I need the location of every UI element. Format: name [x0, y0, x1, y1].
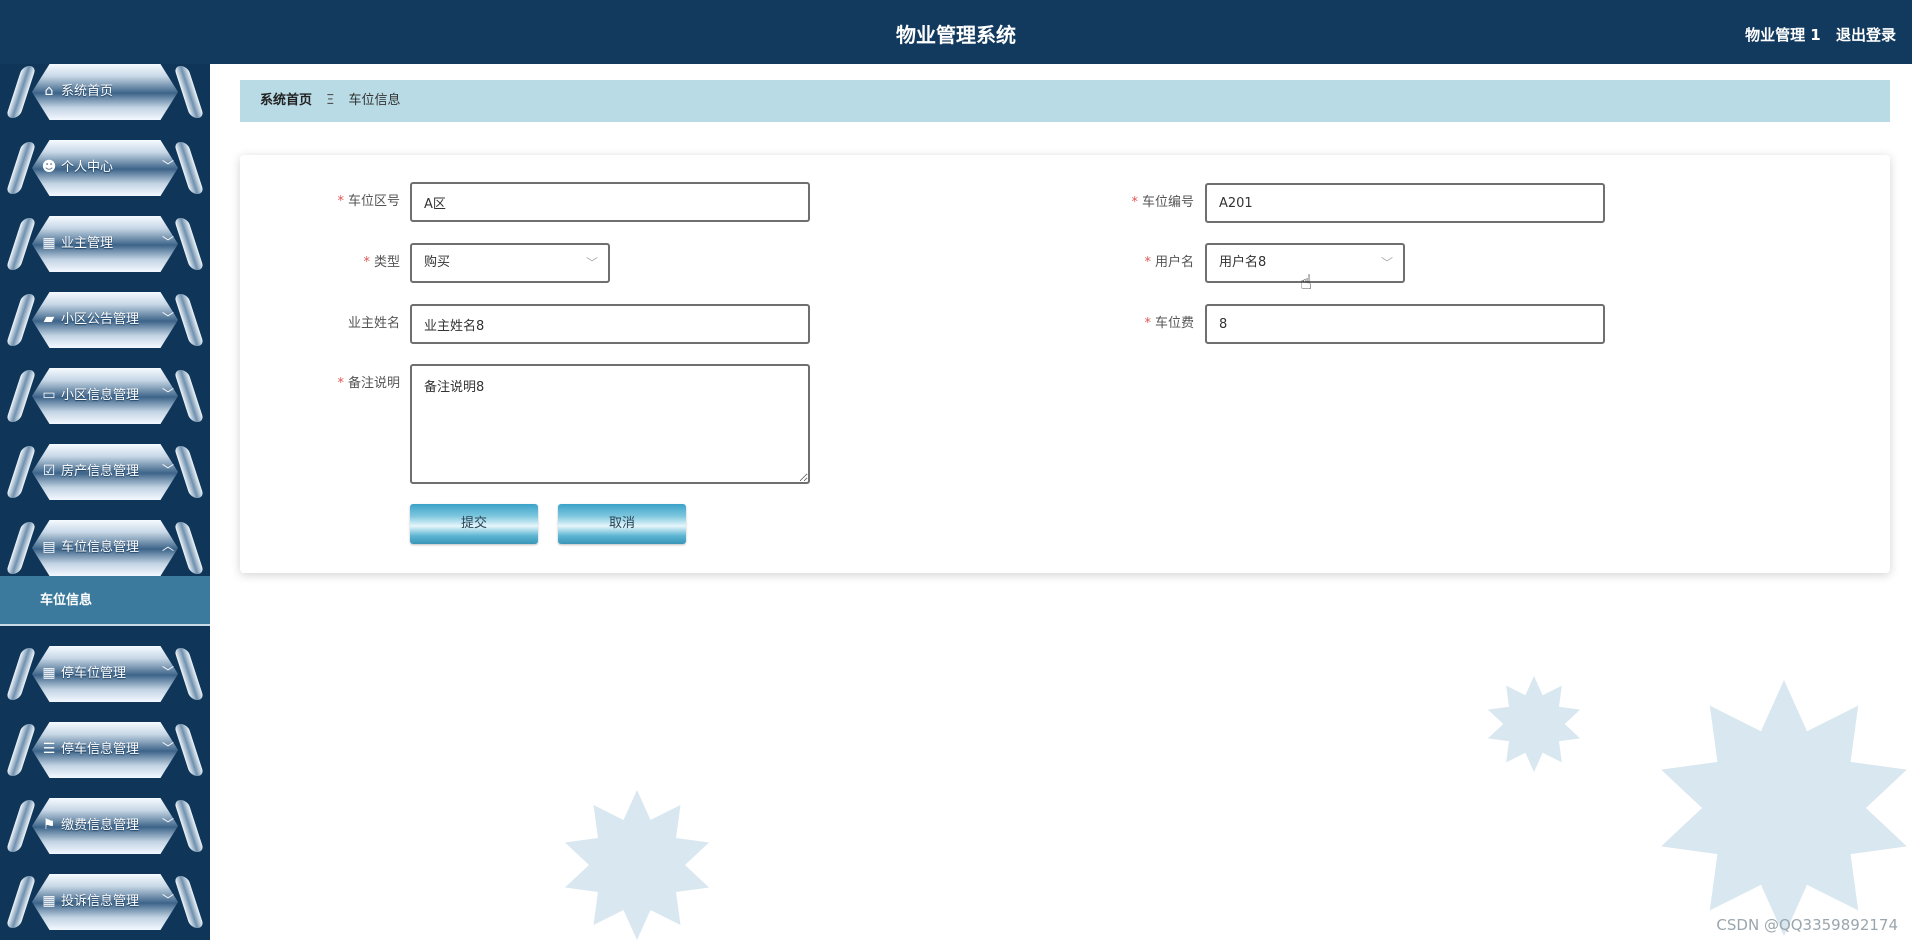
- grid-icon: ▦: [42, 235, 56, 251]
- note-textarea[interactable]: 备注说明8: [410, 364, 810, 484]
- owner-label: 业主姓名: [347, 316, 400, 331]
- top-bar: 物业管理系统 物业管理 1 退出登录: [0, 0, 1912, 64]
- grid-icon: ▦: [42, 665, 56, 681]
- sidebar-item-complaint-info[interactable]: ▦ 投诉信息管理 ﹀: [5, 874, 205, 930]
- breadcrumb-home[interactable]: 系统首页: [260, 93, 312, 108]
- chevron-down-icon: ﹀: [585, 256, 598, 270]
- number-label: * 车位编号: [1131, 195, 1194, 210]
- sidebar-item-label: 停车信息管理: [61, 742, 140, 757]
- briefcase-icon: ▰: [43, 311, 55, 327]
- username-label: * 用户名: [1144, 255, 1194, 270]
- chevron-down-icon: ﹀: [162, 893, 175, 907]
- chevron-down-icon: ﹀: [162, 387, 175, 401]
- chevron-down-icon: ﹀: [1380, 256, 1393, 270]
- required-mark: *: [1144, 316, 1151, 331]
- owner-input[interactable]: [410, 304, 810, 344]
- sidebar-item-parking-space-info[interactable]: ▤ 车位信息管理 ︿: [5, 520, 205, 576]
- chevron-down-icon: ﹀: [162, 817, 175, 831]
- chevron-down-icon: ﹀: [162, 159, 175, 173]
- chevron-down-icon: ﹀: [162, 741, 175, 755]
- sidebar-item-label: 个人中心: [61, 160, 114, 175]
- chevron-down-icon: ﹀: [162, 311, 175, 325]
- required-mark: *: [1131, 195, 1138, 210]
- chevron-down-icon: ﹀: [162, 665, 175, 679]
- user-area: 物业管理 1 退出登录: [1735, 0, 1896, 64]
- decorative-star: [1487, 676, 1581, 772]
- chevron-up-icon: ︿: [162, 539, 175, 553]
- home-icon: ⌂: [44, 83, 54, 99]
- type-select-value: 购买: [424, 255, 451, 270]
- note-label: * 备注说明: [337, 376, 400, 391]
- sidebar-item-property-info[interactable]: ☑ 房产信息管理 ﹀: [5, 444, 205, 500]
- sidebar: ⌂ 系统首页 ☻ 个人中心 ﹀ ▦ 业主管理 ﹀ ▰ 小区公告管理 ﹀ ▭ 小区…: [0, 64, 210, 940]
- hand-cursor-icon: ☝: [1300, 270, 1313, 294]
- required-mark: *: [337, 376, 344, 391]
- parking-space-form: *车位区号 *车位编号 *类型 购买 ﹀ *用户名 用户名8 ﹀ 业主姓名 *车…: [240, 155, 1890, 573]
- type-select[interactable]: 购买 ﹀: [410, 243, 610, 283]
- sidebar-item-label: 房产信息管理: [61, 464, 140, 479]
- logout-link[interactable]: 退出登录: [1836, 26, 1896, 44]
- area-label: * 车位区号: [337, 194, 400, 209]
- sidebar-item-parking-records[interactable]: ☰ 停车信息管理 ﹀: [5, 722, 205, 778]
- sidebar-item-notice-management[interactable]: ▰ 小区公告管理 ﹀: [5, 292, 205, 348]
- grid-icon: ▦: [42, 893, 56, 909]
- flag-icon: ⚑: [42, 817, 56, 833]
- sidebar-item-label: 投诉信息管理: [61, 894, 140, 909]
- number-input[interactable]: [1205, 183, 1605, 223]
- fee-input[interactable]: [1205, 304, 1605, 344]
- fee-label: * 车位费: [1144, 316, 1194, 331]
- sidebar-item-label: 业主管理: [61, 236, 114, 251]
- required-mark: *: [337, 194, 344, 209]
- breadcrumb-separator-icon: Ξ: [326, 93, 335, 108]
- sidebar-item-label: 系统首页: [61, 84, 114, 99]
- sidebar-item-payment-info[interactable]: ⚑ 缴费信息管理 ﹀: [5, 798, 205, 854]
- sidebar-subitem-parking-info[interactable]: 车位信息: [0, 576, 210, 626]
- sidebar-item-parking-lot[interactable]: ▦ 停车位管理 ﹀: [5, 646, 205, 702]
- sidebar-item-label: 缴费信息管理: [61, 818, 140, 833]
- required-mark: *: [363, 255, 370, 270]
- sidebar-item-home[interactable]: ⌂ 系统首页: [5, 64, 205, 120]
- chevron-down-icon: ﹀: [162, 463, 175, 477]
- sidebar-item-label: 车位信息管理: [61, 540, 140, 555]
- list-icon: ☰: [42, 741, 56, 757]
- sidebar-item-community-info[interactable]: ▭ 小区信息管理 ﹀: [5, 368, 205, 424]
- chevron-down-icon: ﹀: [162, 235, 175, 249]
- breadcrumb-current: 车位信息: [348, 93, 401, 108]
- decorative-star: [1661, 680, 1907, 936]
- clipboard-icon: ▤: [42, 539, 56, 555]
- monitor-icon: ▭: [42, 387, 56, 403]
- sidebar-item-owner-management[interactable]: ▦ 业主管理 ﹀: [5, 216, 205, 272]
- required-mark: *: [1144, 255, 1151, 270]
- watermark: CSDN @QQ3359892174: [1716, 916, 1898, 934]
- user-icon: ☻: [41, 159, 57, 175]
- sidebar-item-label: 小区公告管理: [61, 312, 140, 327]
- sidebar-item-label: 小区信息管理: [61, 388, 140, 403]
- decorative-star: [565, 790, 709, 940]
- sidebar-item-personal-center[interactable]: ☻ 个人中心 ﹀: [5, 140, 205, 196]
- area-input[interactable]: [410, 182, 810, 222]
- sidebar-item-label: 停车位管理: [61, 666, 127, 681]
- username-select-value: 用户名8: [1219, 255, 1267, 270]
- type-label: * 类型: [363, 255, 400, 270]
- submit-button[interactable]: 提交: [410, 504, 538, 544]
- app-title: 物业管理系统: [896, 23, 1016, 47]
- clipboard-check-icon: ☑: [42, 463, 56, 479]
- cancel-button[interactable]: 取消: [558, 504, 686, 544]
- username-link[interactable]: 物业管理 1: [1745, 26, 1821, 44]
- breadcrumb: 系统首页 Ξ 车位信息: [240, 80, 1890, 122]
